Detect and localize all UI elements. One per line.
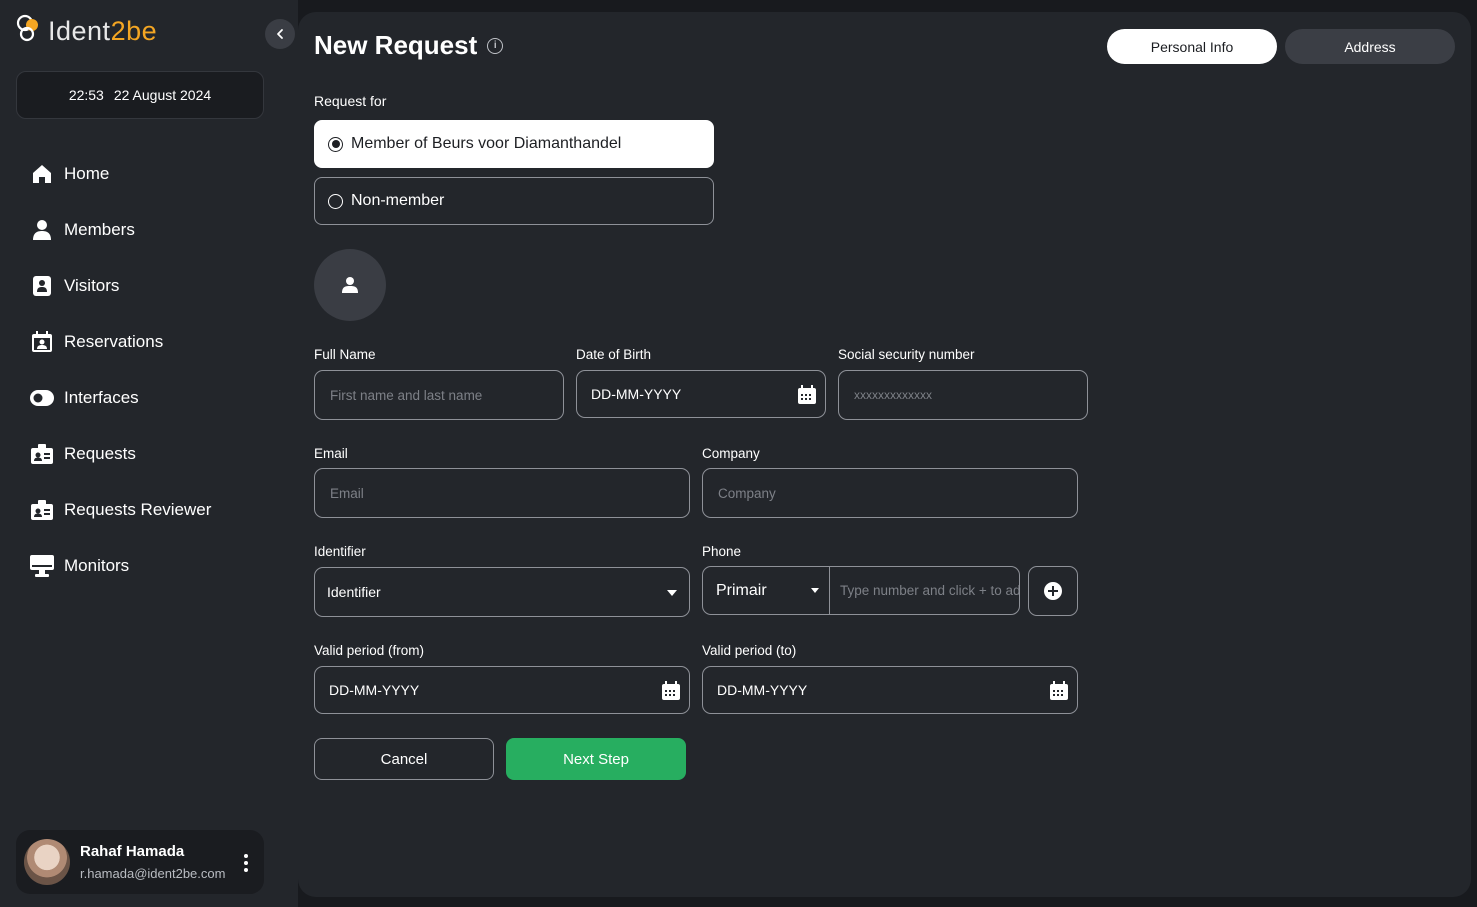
radio-option-label: Non-member [351,192,445,209]
sidebar-item-visitors[interactable]: Visitors [30,258,211,314]
calendar-icon[interactable] [797,385,817,408]
app-logo[interactable]: Ident2be [16,14,157,48]
chevron-down-icon [667,590,677,596]
info-icon[interactable]: i [487,37,504,54]
request-for-label: Request for [314,93,387,109]
company-label: Company [702,446,760,461]
datetime-display: 22:53 22 August 2024 [16,71,264,119]
calendar-icon[interactable] [661,681,681,704]
radio-non-member-option[interactable]: Non-member [314,177,714,225]
full-name-placeholder: First name and last name [330,387,483,403]
phone-label: Phone [702,544,742,559]
more-options-icon[interactable] [244,854,248,872]
phone-placeholder: Type number and click + to add [840,583,1019,598]
logo-text: Ident2be [48,15,158,46]
dob-value: DD-MM-YYYY [591,386,682,402]
id-card-icon [30,442,54,466]
home-icon [30,162,54,186]
current-time: 22:53 [68,87,104,103]
sidebar-item-label: Requests [64,444,136,463]
person-icon [30,218,54,242]
next-step-button[interactable]: Next Step [506,738,686,780]
toggle-icon [30,386,54,410]
full-name-label: Full Name [314,347,376,362]
sidebar-item-label: Home [64,164,110,183]
chevron-left-icon [277,29,283,39]
photo-upload-button[interactable] [314,249,386,321]
user-name: Rahaf Hamada [80,843,185,860]
ssn-field[interactable]: xxxxxxxxxxxxx [838,370,1088,420]
phone-input-group: Primair Type number and click + to add [702,566,1020,615]
dob-field[interactable]: DD-MM-YYYY [576,370,826,418]
calendar-icon[interactable] [1049,681,1069,704]
sidebar-item-reservations[interactable]: Reservations [30,314,211,370]
collapse-sidebar-button[interactable] [265,19,295,49]
email-label: Email [314,446,348,461]
valid-from-label: Valid period (from) [314,643,425,658]
cancel-button[interactable]: Cancel [314,738,494,780]
tab-personal-info[interactable]: Personal Info [1107,29,1277,64]
sidebar-item-interfaces[interactable]: Interfaces [30,370,211,426]
valid-to-field[interactable]: DD-MM-YYYY [702,666,1078,714]
current-date: 22 August 2024 [113,87,212,103]
person-icon [342,277,358,293]
badge-icon [30,274,54,298]
email-field[interactable]: Email [314,468,690,518]
logo-mark-icon [16,14,46,48]
radio-option-label: Member of Beurs voor Diamanthandel [351,135,622,152]
full-name-field[interactable]: First name and last name [314,370,564,420]
radio-member-option[interactable]: Member of Beurs voor Diamanthandel [314,120,714,168]
phone-type-select[interactable]: Primair [703,567,830,614]
company-placeholder: Company [718,485,776,501]
tab-address[interactable]: Address [1285,29,1455,64]
chevron-down-icon [811,588,819,593]
sidebar-item-members[interactable]: Members [30,202,211,258]
sidebar-item-label: Reservations [64,332,164,351]
sidebar: Ident2be 22:53 22 August 2024 Home Membe… [0,0,298,907]
sidebar-item-monitors[interactable]: Monitors [30,538,211,594]
sidebar-item-label: Members [64,220,135,239]
sidebar-item-label: Visitors [64,276,120,295]
phone-number-input[interactable]: Type number and click + to add [830,567,1019,614]
company-field[interactable]: Company [702,468,1078,518]
ssn-placeholder: xxxxxxxxxxxxx [854,388,932,402]
page-title: New Request i [314,30,504,61]
identifier-select[interactable]: Identifier [314,567,690,617]
dob-label: Date of Birth [576,347,652,362]
email-placeholder: Email [330,485,364,501]
add-phone-button[interactable] [1028,566,1078,616]
valid-from-value: DD-MM-YYYY [329,682,420,698]
sidebar-item-label: Requests Reviewer [64,500,212,519]
valid-from-field[interactable]: DD-MM-YYYY [314,666,690,714]
sidebar-item-label: Monitors [64,556,130,575]
phone-type-value: Primair [716,581,767,599]
valid-to-label: Valid period (to) [702,643,797,658]
valid-to-value: DD-MM-YYYY [717,682,808,698]
radio-selected-icon [328,136,343,152]
sidebar-item-label: Interfaces [64,388,139,407]
avatar [24,839,70,885]
sidebar-item-requests-reviewer[interactable]: Requests Reviewer [30,482,211,538]
identifier-value: Identifier [327,584,381,600]
calendar-person-icon [30,330,54,354]
id-card-icon [30,498,54,522]
identifier-label: Identifier [314,544,366,559]
sidebar-item-requests[interactable]: Requests [30,426,211,482]
page-title-text: New Request [314,30,478,60]
ssn-label: Social security number [838,347,975,362]
user-email: r.hamada@ident2be.com [80,866,226,881]
user-profile-card[interactable]: Rahaf Hamada r.hamada@ident2be.com [16,830,264,894]
step-tabs: Personal Info Address [1107,29,1455,64]
monitor-icon [30,554,54,578]
sidebar-nav: Home Members Visitors Reservations Inter… [30,146,211,594]
plus-circle-icon [1044,582,1062,600]
app-root: Ident2be 22:53 22 August 2024 Home Membe… [0,0,1477,907]
sidebar-item-home[interactable]: Home [30,146,211,202]
main-panel: New Request i Personal Info Address Requ… [298,12,1471,897]
radio-unselected-icon [328,193,343,209]
